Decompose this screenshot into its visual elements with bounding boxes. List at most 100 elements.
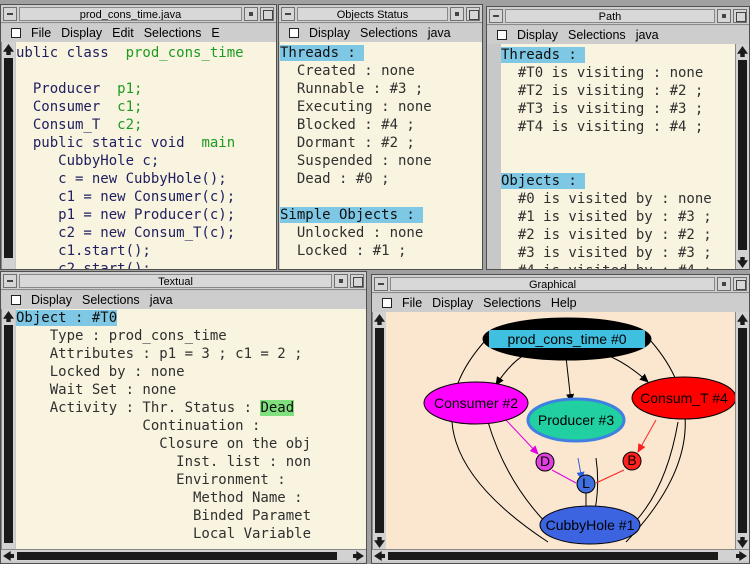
textual-titlebar[interactable]: Textual	[1, 272, 366, 290]
object-header-value[interactable]: #T0	[91, 310, 118, 326]
status-line[interactable]: Runnable : #3 ;	[280, 80, 482, 98]
menu-display[interactable]: Display	[517, 26, 558, 44]
path-line[interactable]: #T0 is visiting : none	[501, 64, 736, 82]
scroll-up-icon[interactable]	[3, 44, 14, 55]
menu-java[interactable]: java	[428, 24, 451, 42]
scroll-up-icon[interactable]	[374, 314, 385, 325]
threads-header[interactable]: Threads :	[501, 47, 577, 63]
node-producer[interactable]: Producer #3	[526, 397, 626, 443]
menu-selections[interactable]: Selections	[360, 24, 418, 42]
menu-e[interactable]: E	[211, 24, 219, 42]
node-cubby[interactable]: CubbyHole #1	[539, 505, 641, 545]
status-line[interactable]: Locked : #1 ;	[280, 242, 482, 260]
tearoff-icon[interactable]	[11, 28, 21, 38]
path-line[interactable]: #2 is visited by : #2 ;	[501, 226, 736, 244]
threads-header[interactable]: Threads :	[280, 45, 356, 61]
status-line[interactable]: Suspended : none	[280, 152, 482, 170]
scroll-thumb[interactable]	[4, 325, 13, 543]
scroll-left-icon[interactable]	[3, 551, 14, 561]
textual-hscroll[interactable]	[1, 549, 366, 561]
scroll-up-icon[interactable]	[737, 46, 748, 57]
status-badge[interactable]: Dead	[260, 400, 295, 416]
scroll-up-icon[interactable]	[3, 311, 14, 322]
status-line[interactable]: Executing : none	[280, 98, 482, 116]
status-line[interactable]: Unlocked : none	[280, 224, 482, 242]
tearoff-icon[interactable]	[11, 295, 21, 305]
scroll-up-icon[interactable]	[737, 314, 748, 325]
graphical-hscroll[interactable]	[372, 549, 749, 561]
path-line[interactable]: #T4 is visiting : #4 ;	[501, 118, 736, 136]
menu-selections[interactable]: Selections	[82, 291, 140, 309]
object-header-label[interactable]: Object :	[16, 310, 92, 326]
scroll-thumb[interactable]	[375, 328, 384, 533]
menu-selections[interactable]: Selections	[144, 24, 202, 42]
path-titlebar[interactable]: Path	[487, 7, 749, 25]
menu-file[interactable]: File	[402, 294, 422, 312]
scroll-down-icon[interactable]	[737, 257, 748, 268]
scroll-right-icon[interactable]	[353, 551, 364, 561]
simple-objects-header[interactable]: Simple Objects :	[280, 207, 415, 223]
scroll-left-icon[interactable]	[374, 551, 385, 561]
node-b[interactable]: B	[622, 451, 642, 471]
tearoff-icon[interactable]	[382, 298, 392, 308]
scroll-down-icon[interactable]	[737, 537, 748, 548]
maximize-icon[interactable]	[350, 274, 364, 288]
tearoff-icon[interactable]	[497, 30, 507, 40]
scroll-thumb[interactable]	[738, 328, 747, 533]
node-main[interactable]: prod_cons_time #0	[482, 317, 652, 361]
menu-java[interactable]: java	[150, 291, 173, 309]
maximize-icon[interactable]	[733, 9, 747, 23]
maximize-icon[interactable]	[466, 7, 480, 21]
minimize-icon[interactable]	[450, 7, 464, 21]
status-line[interactable]: Blocked : #4 ;	[280, 116, 482, 134]
close-icon[interactable]	[3, 7, 17, 21]
scroll-thumb[interactable]	[388, 552, 718, 560]
objects-header[interactable]: Objects :	[501, 173, 577, 189]
source-vscroll[interactable]	[1, 42, 15, 269]
close-icon[interactable]	[374, 277, 388, 291]
scroll-thumb[interactable]	[17, 552, 337, 560]
maximize-icon[interactable]	[733, 277, 747, 291]
scroll-right-icon[interactable]	[736, 551, 747, 561]
menu-display[interactable]: Display	[309, 24, 350, 42]
menu-java[interactable]: java	[636, 26, 659, 44]
graphical-vscroll-right[interactable]	[735, 312, 749, 550]
status-line[interactable]: Dead : #0 ;	[280, 170, 482, 188]
path-line[interactable]: #3 is visited by : #3 ;	[501, 244, 736, 262]
scroll-down-icon[interactable]	[374, 537, 385, 548]
maximize-icon[interactable]	[260, 7, 274, 21]
path-line[interactable]: #T2 is visiting : #2 ;	[501, 82, 736, 100]
status-line[interactable]: Created : none	[280, 62, 482, 80]
menu-selections[interactable]: Selections	[483, 294, 541, 312]
path-vscroll[interactable]	[735, 44, 749, 269]
node-consumer[interactable]: Consumer #2	[423, 381, 529, 425]
node-l[interactable]: L	[576, 474, 596, 494]
node-d[interactable]: D	[535, 452, 555, 472]
menu-selections[interactable]: Selections	[568, 26, 626, 44]
scroll-thumb[interactable]	[4, 58, 13, 258]
scroll-thumb[interactable]	[738, 60, 747, 250]
close-icon[interactable]	[281, 7, 295, 21]
menu-display[interactable]: Display	[432, 294, 473, 312]
path-line[interactable]: #T3 is visiting : #3 ;	[501, 100, 736, 118]
close-icon[interactable]	[489, 9, 503, 23]
menu-file[interactable]: File	[31, 24, 51, 42]
graphical-vscroll[interactable]	[372, 312, 386, 550]
tearoff-icon[interactable]	[289, 28, 299, 38]
node-consum-t[interactable]: Consum_T #4	[631, 376, 737, 420]
menu-help[interactable]: Help	[551, 294, 577, 312]
textual-vscroll[interactable]	[1, 309, 15, 549]
minimize-icon[interactable]	[717, 277, 731, 291]
graphical-titlebar[interactable]: Graphical	[372, 275, 749, 293]
minimize-icon[interactable]	[334, 274, 348, 288]
menu-display[interactable]: Display	[31, 291, 72, 309]
path-line[interactable]: #1 is visited by : #3 ;	[501, 208, 736, 226]
path-line[interactable]: #0 is visited by : none	[501, 190, 736, 208]
status-titlebar[interactable]: Objects Status	[279, 5, 482, 23]
minimize-icon[interactable]	[244, 7, 258, 21]
source-titlebar[interactable]: prod_cons_time.java	[1, 5, 276, 23]
menu-display[interactable]: Display	[61, 24, 102, 42]
menu-edit[interactable]: Edit	[112, 24, 134, 42]
status-line[interactable]: Dormant : #2 ;	[280, 134, 482, 152]
close-icon[interactable]	[3, 274, 17, 288]
